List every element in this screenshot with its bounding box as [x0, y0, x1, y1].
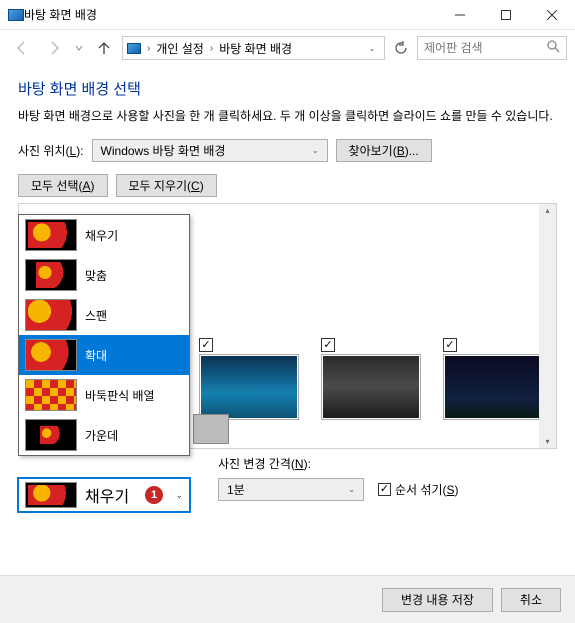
thumb-checkbox[interactable]: ✓	[199, 338, 213, 352]
minimize-button[interactable]	[437, 0, 483, 30]
browse-button[interactable]: 찾아보기(B)...	[336, 139, 432, 162]
scrollbar[interactable]: ▴ ▾	[539, 204, 556, 448]
search-input[interactable]	[424, 41, 524, 55]
thumb-checkbox[interactable]: ✓	[321, 338, 335, 352]
location-label: 사진 위치(L):	[18, 142, 84, 159]
location-row: 사진 위치(L): Windows 바탕 화면 배경 ⌄ 찾아보기(B)...	[18, 139, 557, 162]
fit-option-label: 확대	[85, 347, 107, 364]
fit-dropdown-list: 채우기 맞춤 스팬 확대 바둑판식 배열 가운데	[18, 214, 190, 456]
fit-option-fit[interactable]: 맞춤	[19, 255, 189, 295]
wallpaper-thumb[interactable]: ✓	[199, 354, 299, 420]
shuffle-checkbox[interactable]: ✓ 순서 섞기(S)	[378, 481, 459, 498]
forward-button[interactable]	[40, 36, 68, 60]
fit-option-stretch[interactable]: 확대	[19, 335, 189, 375]
search-icon[interactable]	[547, 40, 560, 56]
fit-option-tile[interactable]: 바둑판식 배열	[19, 375, 189, 415]
window-title: 바탕 화면 배경	[24, 6, 437, 23]
fit-option-label: 채우기	[85, 227, 118, 244]
fit-option-center[interactable]: 가운데	[19, 415, 189, 455]
window-controls	[437, 0, 575, 30]
fit-thumb-icon	[25, 299, 77, 331]
maximize-button[interactable]	[483, 0, 529, 30]
cancel-button[interactable]: 취소	[501, 588, 561, 612]
fit-option-label: 가운데	[85, 427, 118, 444]
interval-label: 사진 변경 간격(N):	[218, 455, 557, 472]
fit-thumb-icon	[25, 219, 77, 251]
fit-option-label: 스팬	[85, 307, 107, 324]
selection-buttons: 모두 선택(A) 모두 지우기(C)	[18, 174, 557, 197]
wallpaper-image	[321, 354, 421, 420]
scroll-down-icon[interactable]: ▾	[545, 437, 549, 446]
breadcrumb-item[interactable]: 바탕 화면 배경	[219, 40, 292, 57]
wallpaper-image	[199, 354, 299, 420]
search-box[interactable]	[417, 36, 567, 60]
fit-thumb-icon	[25, 339, 77, 371]
up-button[interactable]	[90, 36, 118, 60]
address-bar[interactable]: › 개인 설정 › 바탕 화면 배경 ⌄	[122, 36, 385, 60]
titlebar: 바탕 화면 배경	[0, 0, 575, 30]
chevron-down-icon: ⌄	[175, 490, 183, 501]
scroll-up-icon[interactable]: ▴	[545, 206, 549, 215]
breadcrumb-sep-icon: ›	[210, 43, 213, 54]
save-button[interactable]: 변경 내용 저장	[382, 588, 493, 612]
clear-all-button[interactable]: 모두 지우기(C)	[116, 174, 217, 197]
page-title: 바탕 화면 배경 선택	[18, 78, 557, 99]
chevron-down-icon: ⌄	[312, 146, 319, 155]
wallpaper-thumb[interactable]: ✓	[321, 354, 421, 420]
breadcrumb-item[interactable]: 개인 설정	[156, 40, 204, 57]
page-description: 바탕 화면 배경으로 사용할 사진을 한 개 클릭하세요. 두 개 이상을 클릭…	[18, 107, 557, 125]
annotation-badge: 1	[145, 486, 163, 504]
select-all-button[interactable]: 모두 선택(A)	[18, 174, 108, 197]
checkbox-icon: ✓	[378, 483, 391, 496]
fit-option-span[interactable]: 스팬	[19, 295, 189, 335]
interval-value: 1분	[227, 481, 245, 498]
address-dropdown-icon[interactable]: ⌄	[364, 44, 380, 53]
wallpaper-thumb[interactable]: ✓	[443, 354, 543, 420]
thumb-checkbox[interactable]: ✓	[443, 338, 457, 352]
fit-thumb-icon	[25, 259, 77, 291]
shuffle-label: 순서 섞기(S)	[395, 481, 459, 498]
back-button[interactable]	[8, 36, 36, 60]
breadcrumb-sep-icon: ›	[147, 43, 150, 54]
fit-option-fill[interactable]: 채우기	[19, 215, 189, 255]
history-dropdown[interactable]	[72, 36, 86, 60]
fit-thumb-icon	[25, 379, 77, 411]
wallpaper-thumb-partial[interactable]	[193, 414, 229, 444]
interval-combo[interactable]: 1분 ⌄	[218, 478, 364, 501]
fit-thumb-icon	[25, 419, 77, 451]
location-combo[interactable]: Windows 바탕 화면 배경 ⌄	[92, 139, 328, 162]
close-button[interactable]	[529, 0, 575, 30]
window-icon	[8, 9, 24, 21]
fit-thumb-icon	[25, 482, 77, 508]
chevron-down-icon: ⌄	[348, 485, 355, 494]
refresh-button[interactable]	[389, 36, 413, 60]
wallpaper-image	[443, 354, 543, 420]
fit-combo[interactable]: 채우기 1 ⌄	[18, 478, 190, 512]
fit-option-label: 맞춤	[85, 267, 107, 284]
fit-combo-value: 채우기	[85, 483, 129, 507]
footer: 변경 내용 저장 취소	[0, 575, 575, 623]
location-combo-value: Windows 바탕 화면 배경	[101, 142, 226, 159]
fit-option-label: 바둑판식 배열	[85, 387, 155, 404]
location-icon	[127, 43, 141, 54]
address-row: › 개인 설정 › 바탕 화면 배경 ⌄	[0, 30, 575, 66]
